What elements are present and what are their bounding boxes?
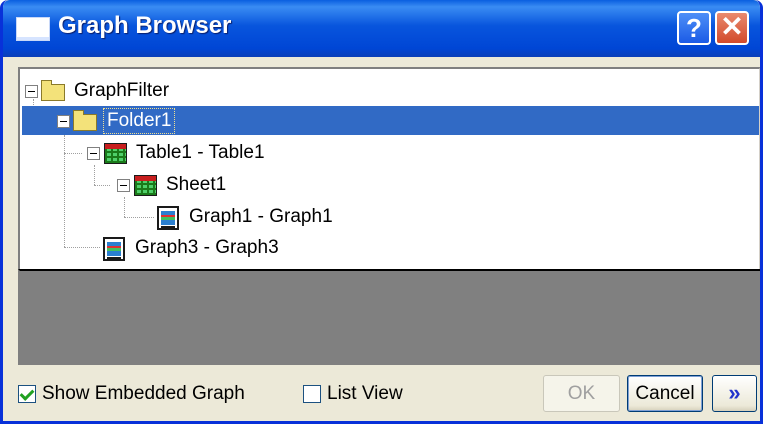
tree-node-graph1[interactable]: Graph1 - Graph1	[156, 203, 336, 231]
close-button[interactable]: ✕	[715, 11, 749, 45]
tree-node-label: Sheet1	[166, 174, 227, 195]
tree-node-label: Folder1	[103, 108, 176, 134]
tree-node-graph3[interactable]: Graph3 - Graph3	[102, 234, 282, 262]
cancel-button[interactable]: Cancel	[627, 375, 703, 412]
graph-icon	[156, 206, 181, 230]
collapse-icon[interactable]	[57, 114, 70, 128]
show-embedded-graph-checkbox[interactable]	[18, 385, 36, 403]
graph-tree-view[interactable]: GraphFilter Folder1 Table1 - Table1 Shee…	[18, 67, 760, 271]
tree-node-folder1[interactable]: Folder1	[57, 107, 176, 135]
table-icon	[133, 174, 158, 196]
tree-connector	[64, 247, 100, 248]
tree-connector	[124, 217, 154, 218]
tree-connector	[94, 165, 95, 185]
window-icon	[16, 17, 50, 41]
collapse-icon[interactable]	[87, 146, 100, 160]
tree-connector	[94, 185, 110, 186]
show-embedded-graph-label: Show Embedded Graph	[42, 383, 245, 404]
title-bar[interactable]: Graph Browser ? ✕	[3, 0, 760, 57]
list-view-option[interactable]: List View	[303, 381, 403, 407]
tree-node-table1[interactable]: Table1 - Table1	[87, 139, 268, 167]
expand-more-button[interactable]: »	[712, 375, 757, 412]
ok-button[interactable]: OK	[543, 375, 620, 412]
tree-connector	[64, 153, 82, 154]
list-view-checkbox[interactable]	[303, 385, 321, 403]
graph-icon	[102, 237, 127, 261]
tree-node-label: Graph1 - Graph1	[189, 206, 333, 227]
graph-preview-area	[18, 269, 760, 365]
graph-browser-dialog: Graph Browser ? ✕ GraphFilter Folder1 Ta…	[0, 0, 763, 424]
tree-node-label: Graph3 - Graph3	[135, 237, 279, 258]
folder-icon	[41, 80, 66, 102]
tree-node-graphfilter[interactable]: GraphFilter	[25, 77, 172, 105]
tree-node-label: GraphFilter	[74, 80, 170, 101]
help-button[interactable]: ?	[677, 11, 711, 45]
folder-icon	[73, 110, 98, 132]
show-embedded-graph-option[interactable]: Show Embedded Graph	[18, 381, 245, 407]
table-icon	[103, 142, 128, 164]
tree-connector	[64, 135, 65, 247]
window-title: Graph Browser	[58, 12, 232, 39]
tree-node-label: Table1 - Table1	[136, 142, 265, 163]
collapse-icon[interactable]	[117, 178, 130, 192]
collapse-icon[interactable]	[25, 84, 38, 98]
list-view-label: List View	[327, 383, 403, 404]
tree-node-sheet1[interactable]: Sheet1	[117, 171, 229, 199]
tree-connector	[124, 197, 125, 217]
